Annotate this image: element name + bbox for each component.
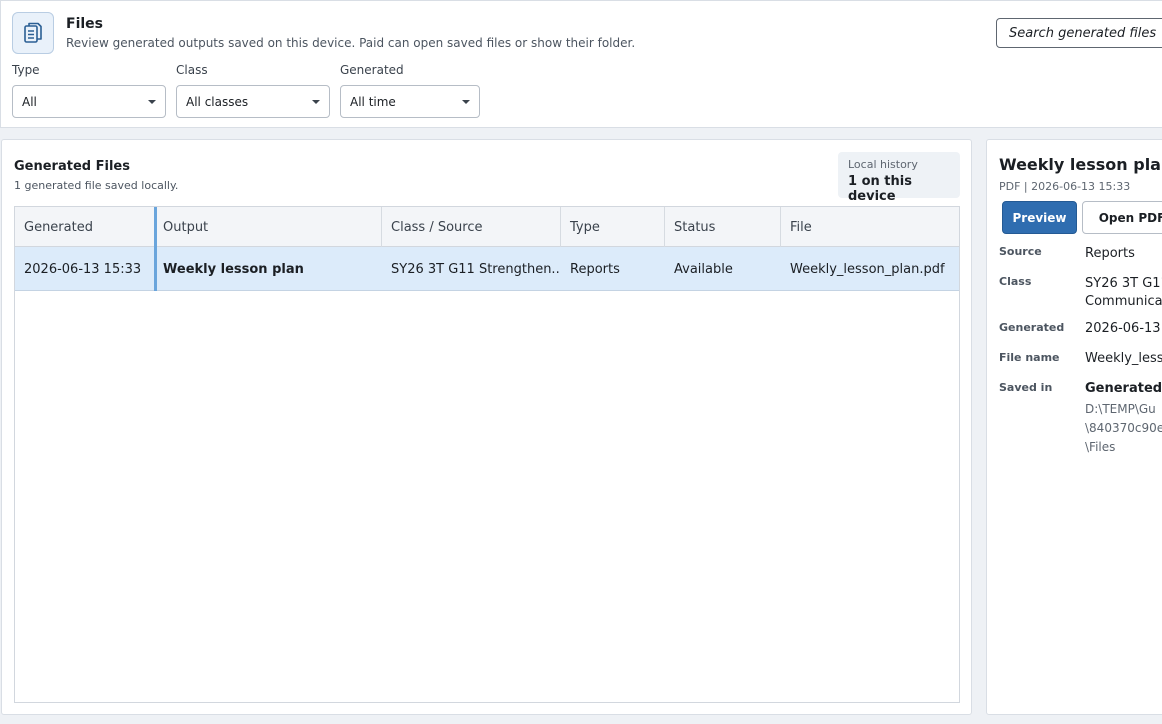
history-label: Local history <box>848 158 918 171</box>
header-panel: Files Review generated outputs saved on … <box>0 0 1162 128</box>
list-title: Generated Files <box>14 159 130 174</box>
column-header-status[interactable]: Status <box>665 207 781 247</box>
column-resize-handle[interactable] <box>154 207 157 291</box>
page-title: Files <box>66 16 103 32</box>
saved-in-label: Saved in <box>999 381 1053 394</box>
class-filter-value: All classes <box>186 94 249 109</box>
page-subtitle: Review generated outputs saved on this d… <box>66 36 636 50</box>
cell-status: Available <box>674 261 733 277</box>
detail-title: Weekly lesson plan <box>999 155 1162 174</box>
generated-files-panel: Generated Files 1 generated file saved l… <box>1 139 972 715</box>
file-detail-panel: Weekly lesson plan PDF | 2026-06-13 15:3… <box>986 139 1162 715</box>
generated-label: Generated <box>999 321 1065 334</box>
cell-type: Reports <box>570 261 620 277</box>
generated-filter-label: Generated <box>340 63 404 77</box>
class-filter-select[interactable]: All classes <box>176 85 330 118</box>
cell-class-source: SY26 3T G11 Strengthen... <box>391 261 561 277</box>
generated-filter-value: All time <box>350 94 396 109</box>
chevron-down-icon <box>312 100 320 104</box>
list-subtitle: 1 generated file saved locally. <box>14 179 179 192</box>
document-icon <box>12 12 54 54</box>
source-value: Reports <box>1085 246 1135 261</box>
filename-value: Weekly_lesso <box>1085 351 1162 366</box>
class-value-line-2: Communicat <box>1085 294 1162 309</box>
class-label: Class <box>999 275 1032 288</box>
column-header-file[interactable]: File <box>781 207 959 247</box>
open-pdf-button[interactable]: Open PDF <box>1082 201 1162 234</box>
chevron-down-icon <box>462 100 470 104</box>
saved-in-value: Generated o <box>1085 381 1162 396</box>
column-header-generated[interactable]: Generated <box>15 207 155 247</box>
filename-label: File name <box>999 351 1060 364</box>
source-label: Source <box>999 245 1042 258</box>
class-filter-label: Class <box>176 63 208 77</box>
preview-button[interactable]: Preview <box>1002 201 1077 234</box>
type-filter-label: Type <box>12 63 40 77</box>
detail-meta: PDF | 2026-06-13 15:33 <box>999 180 1131 193</box>
cell-generated: 2026-06-13 15:33 <box>24 261 142 277</box>
history-count: 1 on this device <box>848 174 912 204</box>
saved-path-line-3: \Files <box>1085 440 1116 454</box>
generated-filter-select[interactable]: All time <box>340 85 480 118</box>
type-filter-select[interactable]: All <box>12 85 166 118</box>
search-input[interactable] <box>996 18 1162 48</box>
chevron-down-icon <box>148 100 156 104</box>
column-header-class-source[interactable]: Class / Source <box>382 207 561 247</box>
class-value-line-1: SY26 3T G11 <box>1085 276 1162 291</box>
files-table: Generated Output Class / Source Type Sta… <box>14 206 960 703</box>
local-history-badge: Local history 1 on this device <box>838 152 960 204</box>
column-header-output[interactable]: Output <box>155 207 382 247</box>
saved-path-line-2: \840370c90e <box>1085 421 1162 435</box>
saved-path-line-1: D:\TEMP\Gu <box>1085 402 1156 416</box>
generated-value: 2026-06-13 <box>1085 321 1161 336</box>
column-header-type[interactable]: Type <box>561 207 665 247</box>
cell-output: Weekly lesson plan <box>163 261 304 277</box>
cell-file: Weekly_lesson_plan.pdf <box>790 261 945 277</box>
type-filter-value: All <box>22 94 37 109</box>
